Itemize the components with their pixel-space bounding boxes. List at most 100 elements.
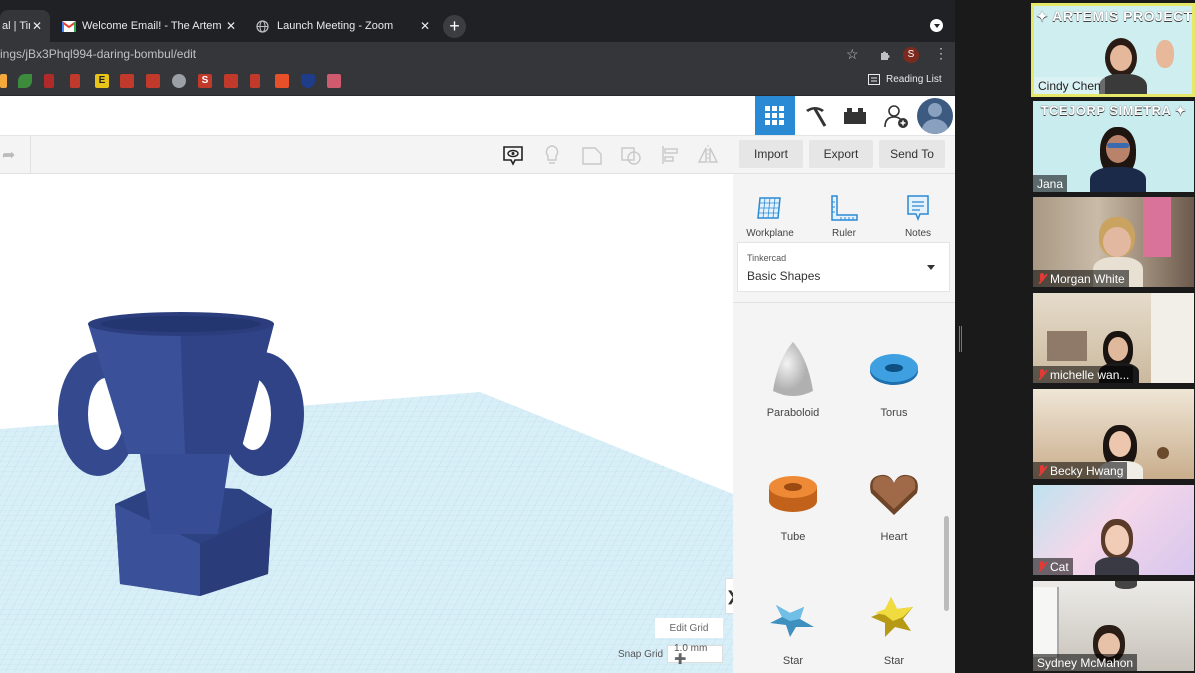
panel-collapse-button[interactable]: ❯: [725, 578, 733, 614]
bookmark-icon[interactable]: [44, 74, 54, 88]
waving-hand: [1156, 40, 1174, 68]
participant-name-label: Jana: [1037, 177, 1064, 191]
muted-mic-icon: [1037, 561, 1047, 573]
muted-mic-icon: [1037, 465, 1047, 477]
user-avatar[interactable]: [917, 98, 953, 134]
import-button[interactable]: Import: [739, 140, 803, 168]
participant-tile[interactable]: Morgan White: [1033, 197, 1194, 287]
bookmark-e-icon[interactable]: E: [95, 74, 109, 88]
view-note-icon[interactable]: [502, 144, 524, 166]
mirror-icon[interactable]: [697, 144, 719, 166]
gallery-resize-handle[interactable]: [959, 326, 962, 352]
close-icon[interactable]: ✕: [420, 19, 430, 33]
shape-torus[interactable]: Torus: [849, 334, 939, 419]
bookmark-s-icon[interactable]: S: [198, 74, 212, 88]
bookmark-shield-icon[interactable]: [301, 74, 315, 88]
ungroup-icon[interactable]: [620, 144, 642, 166]
bricks-mode-button[interactable]: [795, 96, 835, 135]
bookmark-icon[interactable]: [224, 74, 238, 88]
ruler-label: Ruler: [832, 228, 856, 239]
shape-star-yellow[interactable]: Star: [849, 582, 939, 667]
panel-scrollbar[interactable]: [944, 516, 949, 611]
bookmark-icon[interactable]: [327, 74, 341, 88]
shape-label: Tube: [780, 531, 806, 543]
edit-grid-button[interactable]: Edit Grid: [655, 618, 723, 638]
artemis-banner: TCEJORP SIMETRA ✦: [1040, 103, 1187, 118]
align-icon[interactable]: [660, 144, 682, 166]
participant-tile[interactable]: Sydney McMahon: [1033, 581, 1194, 671]
bookmark-icon[interactable]: [250, 74, 260, 88]
export-button[interactable]: Export: [809, 140, 873, 168]
participant-video: [1099, 38, 1147, 94]
shape-library-select[interactable]: Tinkercad Basic Shapes: [737, 242, 950, 292]
artemis-banner: ✦ ARTEMIS PROJECT: [1036, 8, 1193, 24]
participant-name: Morgan White: [1033, 270, 1129, 287]
bookmark-star-icon[interactable]: ☆: [846, 46, 859, 63]
bookmark-icon[interactable]: [120, 74, 134, 88]
participant-name: Sydney McMahon: [1033, 654, 1138, 671]
participant-name: Cat: [1033, 558, 1073, 575]
participant-tile[interactable]: Becky Hwang: [1033, 389, 1194, 479]
participant-name-label: michelle wan...: [1050, 368, 1130, 382]
send-to-button[interactable]: Send To: [879, 140, 945, 168]
shape-heart[interactable]: Heart: [849, 458, 939, 543]
bookmark-icon[interactable]: [275, 74, 289, 88]
gmail-icon: [62, 20, 76, 32]
wall-clock: [1157, 447, 1169, 459]
shape-tube[interactable]: Tube: [748, 458, 838, 543]
redo-icon[interactable]: ➦: [2, 145, 15, 165]
lightbulb-icon[interactable]: [541, 144, 563, 166]
workplane-button[interactable]: Workplane: [740, 184, 800, 239]
notes-button[interactable]: Notes: [888, 184, 948, 239]
group-icon[interactable]: [581, 144, 603, 166]
url-input[interactable]: ings/jBx3Phql994-daring-bombul/edit: [0, 47, 196, 61]
shape-label: Torus: [880, 407, 908, 419]
tab-search-icon[interactable]: [930, 19, 943, 32]
bookmark-icon[interactable]: [70, 74, 80, 88]
notes-icon: [907, 195, 929, 222]
close-icon[interactable]: ✕: [226, 19, 236, 33]
shape-label: Star: [782, 655, 804, 667]
trophy-model[interactable]: [40, 304, 360, 604]
add-collaborator-button[interactable]: [876, 96, 916, 135]
bookmark-icon[interactable]: [18, 74, 32, 88]
ruler-button[interactable]: Ruler: [814, 184, 874, 239]
tab-tinkercad[interactable]: al | Tin ✕: [0, 10, 50, 42]
participant-tile[interactable]: michelle wan...: [1033, 293, 1194, 383]
bookmark-icon[interactable]: [0, 74, 7, 88]
menu-kebab-icon[interactable]: ⋮: [934, 45, 948, 62]
snap-grid-select[interactable]: 1.0 mm ➕: [667, 643, 723, 665]
grid-icon: [765, 105, 784, 125]
3d-design-view-button[interactable]: [755, 96, 795, 135]
profile-avatar[interactable]: S: [903, 47, 919, 63]
bookmark-icon[interactable]: [146, 74, 160, 88]
shape-paraboloid[interactable]: Paraboloid: [748, 334, 838, 419]
shape-label: Star: [883, 655, 905, 667]
ruler-icon: [831, 195, 858, 221]
browser-window: al | Tin ✕ Welcome Email! - The Artemis …: [0, 0, 955, 673]
new-tab-button[interactable]: +: [443, 15, 466, 38]
workplane-viewport[interactable]: Edit Grid Snap Grid 1.0 mm ➕ ❯: [0, 174, 733, 673]
participant-name: michelle wan...: [1033, 366, 1134, 383]
lego-bricks-button[interactable]: [835, 96, 875, 135]
tinkercad-header: [0, 96, 955, 136]
workplane-label: Workplane: [746, 228, 794, 239]
extensions-icon[interactable]: [879, 48, 892, 61]
shapes-panel: Workplane Ruler Notes Tinkercad Basic Sh…: [733, 174, 955, 673]
paraboloid-icon: [773, 342, 813, 396]
reading-list-label: Reading List: [886, 74, 942, 85]
chevron-down-icon: [927, 265, 935, 270]
participant-tile[interactable]: TCEJORP SIMETRA ✦ Jana: [1033, 101, 1194, 192]
reading-list-button[interactable]: Reading List: [868, 74, 942, 85]
close-icon[interactable]: ✕: [32, 19, 42, 33]
participant-tile[interactable]: Cat: [1033, 485, 1194, 575]
bookmark-icon[interactable]: [172, 74, 186, 88]
brick-icon: [844, 107, 866, 124]
participant-tile[interactable]: ✦ ARTEMIS PROJECT Cindy Chen: [1031, 3, 1195, 97]
tab-welcome-email[interactable]: Welcome Email! - The Artemis ✕: [56, 10, 244, 42]
shape-star-blue[interactable]: Star: [748, 582, 838, 667]
tab-zoom-meeting[interactable]: Launch Meeting - Zoom ✕: [250, 10, 438, 42]
heart-icon: [870, 474, 918, 515]
participant-name-label: Cindy Chen: [1038, 79, 1101, 93]
muted-mic-icon: [1037, 273, 1047, 285]
